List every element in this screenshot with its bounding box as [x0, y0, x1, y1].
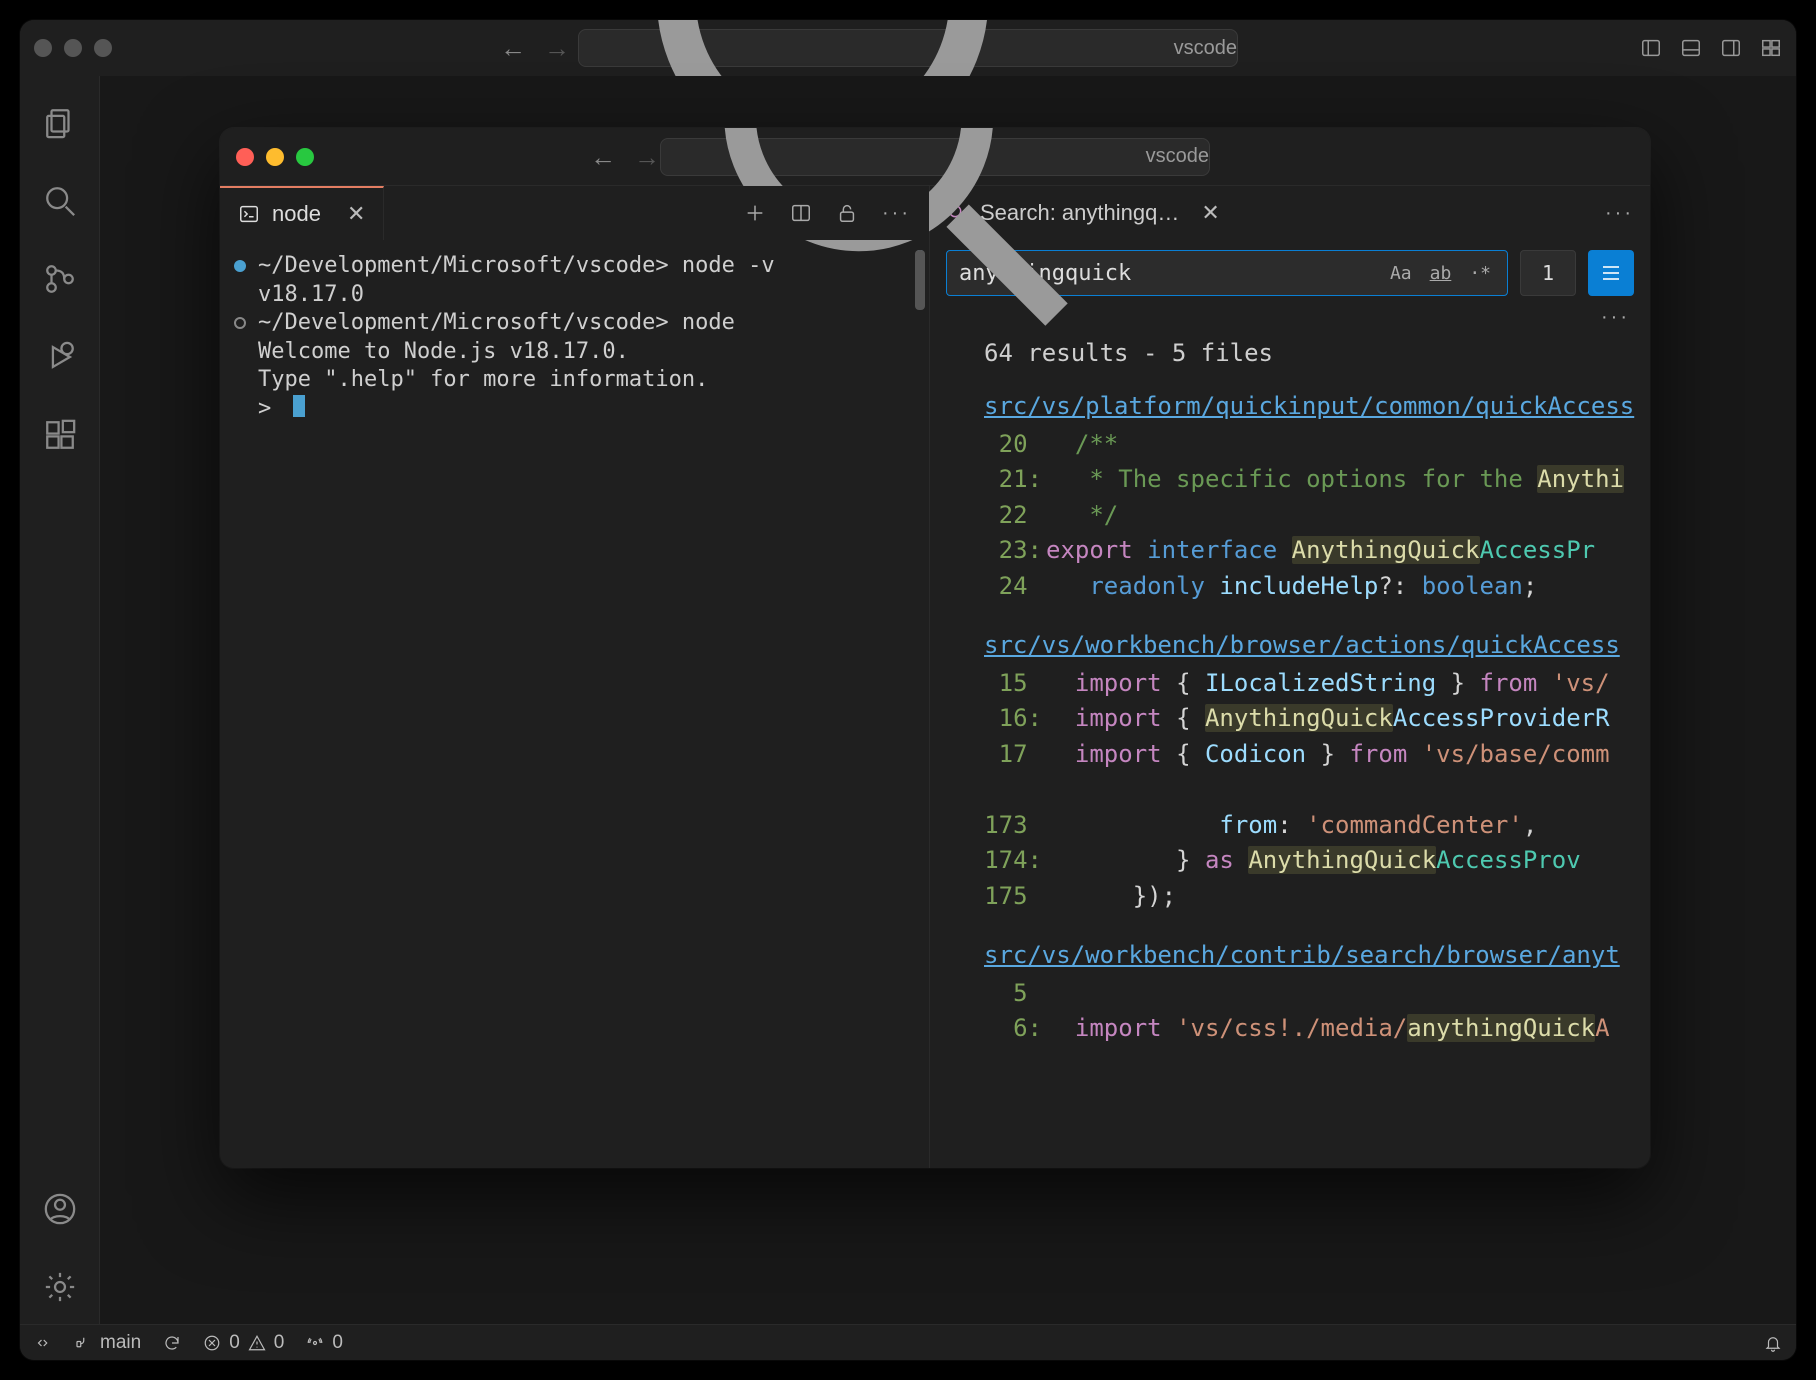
terminal-line: ~/Development/Microsoft/vscode> node [234, 309, 915, 338]
problems-button[interactable]: 0 0 [203, 1332, 284, 1354]
layout-controls [1640, 37, 1782, 59]
result-line[interactable] [938, 772, 1650, 808]
result-line[interactable]: 5 [938, 976, 1650, 1012]
result-line[interactable]: 23:export interface AnythingQuickAccessP… [938, 533, 1650, 569]
branch-button[interactable]: main [74, 1332, 141, 1354]
traffic-close[interactable] [236, 148, 254, 166]
nav-back-icon[interactable]: ← [500, 35, 526, 61]
ports-button[interactable]: 0 [306, 1332, 343, 1354]
result-line[interactable]: 6: import 'vs/css!./media/anythingQuickA [938, 1011, 1650, 1047]
search-results[interactable]: src/vs/platform/quickinput/common/quickA… [930, 383, 1650, 1168]
outer-vscode-window: ← → vscode [20, 20, 1796, 1360]
result-line[interactable]: 17 import { Codicon } from 'vs/base/comm [938, 737, 1650, 773]
notifications-button[interactable] [1764, 1334, 1782, 1352]
terminal-pane: node ✕ ··· [220, 186, 930, 1168]
terminal-line: Type ".help" for more information. [234, 366, 915, 395]
result-line[interactable]: 21: * The specific options for the Anyth… [938, 462, 1650, 498]
terminal-line: Welcome to Node.js v18.17.0. [234, 338, 915, 367]
result-line[interactable]: 15 import { ILocalizedString } from 'vs/ [938, 666, 1650, 702]
activity-scm-icon[interactable] [43, 262, 77, 296]
result-line[interactable]: 173 from: 'commandCenter', [938, 808, 1650, 844]
terminal-tab-label: node [272, 201, 321, 227]
layout-panel-icon[interactable] [1680, 37, 1702, 59]
result-line[interactable]: 175 }); [938, 879, 1650, 915]
outer-body: ← → vscode node [20, 76, 1796, 1324]
terminal-tab-actions: ··· [744, 202, 929, 225]
activity-search-icon[interactable] [43, 184, 77, 218]
view-as-list-toggle[interactable] [1588, 250, 1634, 296]
outer-command-center[interactable]: vscode [578, 29, 1238, 67]
outer-nav-arrows: ← → [500, 35, 570, 61]
error-count: 0 [229, 1332, 240, 1354]
traffic-close-dim[interactable] [34, 39, 52, 57]
terminal-scrollbar[interactable] [915, 250, 925, 310]
result-line[interactable]: 16: import { AnythingQuickAccessProvider… [938, 701, 1650, 737]
warning-count: 0 [274, 1332, 285, 1354]
split-editor-icon[interactable] [790, 202, 812, 224]
search-options: Aa ab ·* [1386, 262, 1495, 285]
inner-titlebar: ← → vscode [220, 128, 1650, 186]
close-icon[interactable]: ✕ [1201, 200, 1219, 226]
terminal-line: ~/Development/Microsoft/vscode> node -v [234, 252, 915, 281]
layout-sidebar-right-icon[interactable] [1720, 37, 1742, 59]
more-icon[interactable]: ··· [882, 202, 911, 225]
activity-settings-icon[interactable] [43, 1270, 77, 1304]
new-terminal-icon[interactable] [744, 202, 766, 224]
terminal-line: v18.17.0 [234, 281, 915, 310]
traffic-maximize[interactable] [296, 148, 314, 166]
outer-command-center-text: vscode [1174, 37, 1237, 60]
layout-customize-icon[interactable] [1760, 37, 1782, 59]
more-icon[interactable]: ··· [1605, 202, 1634, 225]
traffic-min-dim[interactable] [64, 39, 82, 57]
result-line[interactable]: 174: } as AnythingQuickAccessProv [938, 843, 1650, 879]
result-file-path[interactable]: src/vs/workbench/browser/actions/quickAc… [938, 622, 1650, 666]
close-icon[interactable]: ✕ [347, 201, 365, 227]
inner-vscode-window: ← → vscode node [220, 128, 1650, 1168]
result-line[interactable]: 20 /** [938, 427, 1650, 463]
inner-traffic-lights [236, 148, 314, 166]
inner-nav-back-icon[interactable]: ← [590, 144, 616, 170]
statusbar: main 0 0 0 [20, 1324, 1796, 1360]
remote-button[interactable] [34, 1334, 52, 1352]
nav-forward-icon[interactable]: → [544, 35, 570, 61]
branch-name: main [100, 1332, 141, 1354]
outer-content: ← → vscode node [100, 76, 1796, 1324]
result-line[interactable]: 24 readonly includeHelp?: boolean; [938, 569, 1650, 605]
inner-command-center-text: vscode [1146, 145, 1209, 168]
activity-extensions-icon[interactable] [43, 418, 77, 452]
activity-bar [20, 76, 100, 1324]
result-file-path[interactable]: src/vs/workbench/contrib/search/browser/… [938, 932, 1650, 976]
regex-toggle[interactable]: ·* [1465, 262, 1495, 285]
outer-titlebar: ← → vscode [20, 20, 1796, 76]
inner-nav-forward-icon[interactable]: → [634, 144, 660, 170]
terminal-tab[interactable]: node ✕ [220, 186, 384, 240]
layout-sidebar-left-icon[interactable] [1640, 37, 1662, 59]
activity-accounts-icon[interactable] [43, 1192, 77, 1226]
search-more-icon[interactable]: ··· [1601, 306, 1630, 329]
terminal-tabbar: node ✕ ··· [220, 186, 929, 240]
lock-icon[interactable] [836, 202, 858, 224]
terminal-output[interactable]: ~/Development/Microsoft/vscode> node -vv… [220, 240, 929, 1168]
activity-debug-icon[interactable] [43, 340, 77, 374]
inner-command-center[interactable]: vscode [660, 138, 1210, 176]
terminal-line: > [234, 395, 915, 424]
context-lines-input[interactable]: 1 [1520, 250, 1576, 296]
match-case-toggle[interactable]: Aa [1386, 262, 1416, 285]
activity-explorer-icon[interactable] [43, 106, 77, 140]
terminal-icon [238, 203, 260, 225]
traffic-minimize[interactable] [266, 148, 284, 166]
inner-nav-arrows: ← → [590, 144, 660, 170]
match-word-toggle[interactable]: ab [1426, 262, 1456, 285]
outer-traffic-lights [34, 39, 112, 57]
result-line[interactable]: 22 */ [938, 498, 1650, 534]
traffic-max-dim[interactable] [94, 39, 112, 57]
ports-count: 0 [332, 1332, 343, 1354]
sync-button[interactable] [163, 1334, 181, 1352]
